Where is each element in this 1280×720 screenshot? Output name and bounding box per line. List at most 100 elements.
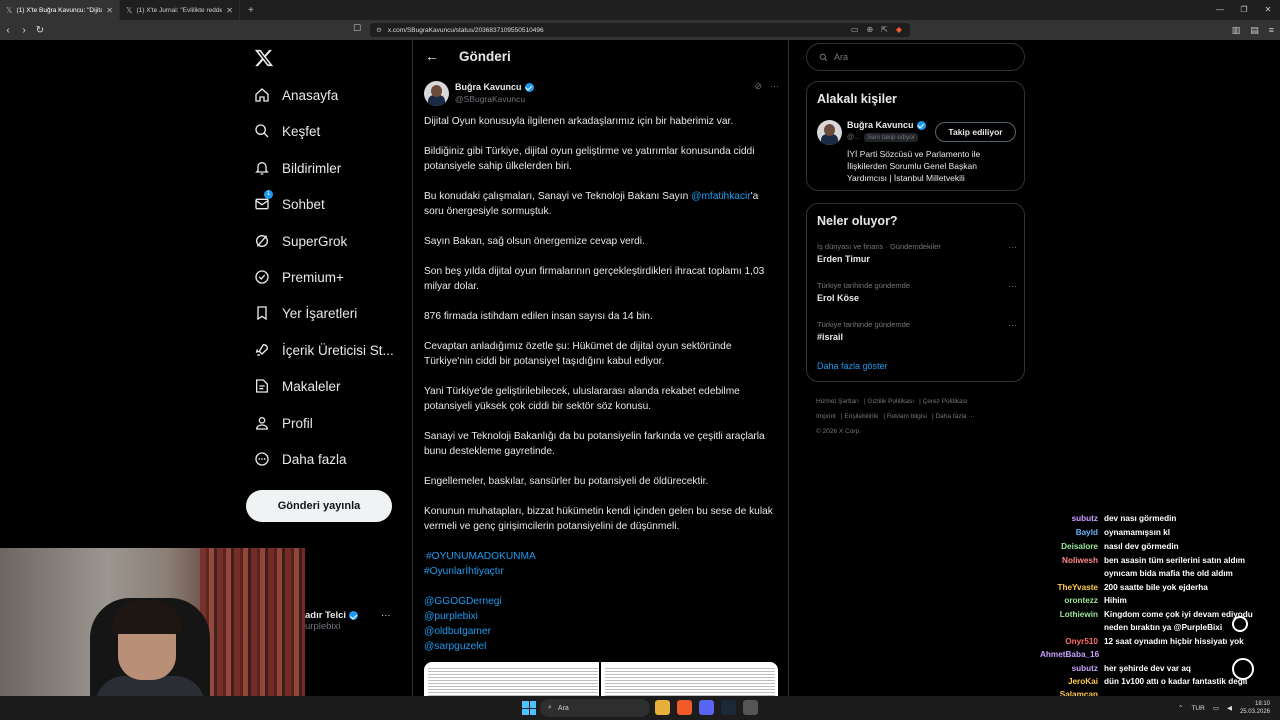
avatar[interactable] — [424, 81, 449, 106]
sidebar-item-notifications[interactable]: Bildirimler — [254, 160, 341, 176]
brave-icon[interactable] — [677, 700, 692, 715]
footer-link[interactable]: Gizlilik Politikası — [867, 398, 914, 405]
x-favicon-icon: 𝕏 — [126, 5, 133, 15]
sidebar-item-bookmarks[interactable]: Yer İşaretleri — [254, 305, 357, 321]
network-icon[interactable]: ▭ — [1213, 704, 1219, 712]
browser-tab-2[interactable]: 𝕏 (1) X'te Jurnal: "Evlilikte reddettiği… — [120, 0, 240, 20]
mention-link[interactable]: @oldbutgamer — [424, 626, 491, 637]
account-switcher[interactable]: adır Telci ··· urplebixi — [305, 610, 391, 632]
more-options-icon[interactable]: ··· — [1008, 242, 1017, 252]
sidebar-item-label: Premium+ — [282, 269, 344, 285]
sidebar-item-label: Sohbet — [282, 196, 325, 212]
card-title: Neler oluyor? — [817, 214, 898, 228]
discord-icon[interactable] — [699, 700, 714, 715]
menu-icon[interactable]: ≡ — [1269, 20, 1274, 40]
file-explorer-icon[interactable] — [655, 700, 670, 715]
sidebar-item-chat[interactable]: 1 Sohbet — [254, 190, 325, 212]
account-more-icon[interactable]: ··· — [381, 610, 391, 621]
zoom-icon[interactable]: ⊕ — [866, 23, 873, 37]
author-name-row[interactable]: Buğra Kavuncu — [455, 82, 534, 92]
sidebar-item-premium[interactable]: Premium+ — [254, 269, 344, 285]
wallet-icon[interactable]: ▤ — [1250, 20, 1259, 40]
trend-item[interactable]: İş dünyası ve finans · Gündemdekiler Erd… — [817, 242, 1017, 264]
tab-title: (1) X'te Buğra Kavuncu: "Dijital O — [16, 6, 103, 14]
related-person-name[interactable]: Buğra Kavuncu — [847, 120, 926, 130]
obs-icon[interactable] — [743, 700, 758, 715]
tweet-paragraph: Dijital Oyun konusuyla ilgilenen arkadaş… — [424, 116, 734, 127]
sidebar-item-home[interactable]: Anasayfa — [254, 87, 338, 103]
taskbar-search[interactable]: ⌕ Ara — [540, 699, 650, 717]
sidebar-item-articles[interactable]: Makaleler — [254, 378, 341, 394]
new-tab-button[interactable]: + — [240, 5, 262, 16]
chat-text: 200 saatte bile yok ejderha — [1104, 583, 1208, 592]
sidebar-item-explore[interactable]: Keşfet — [254, 123, 320, 139]
mention-link[interactable]: @GGOGDernegi — [424, 596, 502, 607]
mention-link[interactable]: @sarpguzelel — [424, 641, 486, 652]
more-options-icon[interactable]: ··· — [1008, 281, 1017, 291]
footer-link[interactable]: Imprint — [816, 413, 836, 420]
more-options-icon[interactable]: ··· — [770, 81, 779, 92]
grok-explain-icon[interactable]: ⊘ — [754, 81, 762, 92]
tab-close-icon[interactable]: ✕ — [226, 6, 233, 15]
minimize-icon[interactable]: — — [1208, 0, 1232, 20]
trend-item[interactable]: Türkiye tarihinde gündemde Erol Köse ··· — [817, 281, 1017, 303]
bookmark-page-icon[interactable]: ☐ — [353, 23, 361, 34]
post-button[interactable]: Gönderi yayınla — [246, 490, 392, 522]
tweet-text: Dijital Oyun konusuyla ilgilenen arkadaş… — [424, 114, 779, 669]
volume-icon[interactable]: ◀ — [1227, 704, 1232, 712]
trend-item[interactable]: Türkiye tarihinde gündemde #israil ··· — [817, 320, 1017, 342]
tweet-paragraph: Sayın Bakan, sağ olsun önergemize cevap … — [424, 236, 645, 247]
footer-link[interactable]: Erişilebilirlik — [844, 413, 878, 420]
site-info-icon[interactable]: ⚙ — [376, 26, 382, 34]
trends-card: Neler oluyor? İş dünyası ve finans · Gün… — [806, 203, 1025, 382]
sidebar-item-creator-studio[interactable]: İçerik Üreticisi St... — [254, 342, 394, 358]
chat-user — [1040, 623, 1104, 632]
url-bar[interactable]: ⚙ x.com/SBugraKavuncu/status/20368371095… — [370, 23, 910, 37]
chat-user: Onyr510 — [1065, 637, 1098, 646]
footer-links: Hizmet Şartları | Gizlilik Politikası | Çe… — [816, 398, 975, 435]
show-more-link[interactable]: Daha fazla göster — [817, 361, 888, 371]
copyright: © 2026 X Corp. — [816, 428, 861, 435]
search-input[interactable]: Ara — [806, 43, 1025, 71]
chat-text: oynamamışsın kl — [1104, 528, 1170, 537]
x-logo-icon[interactable] — [254, 48, 274, 68]
back-nav-icon[interactable]: ‹ — [0, 25, 16, 36]
tweet-paragraph: Yani Türkiye'de geliştirilebilecek, ulus… — [424, 386, 740, 412]
tweet-actions: ⊘ ··· — [754, 81, 779, 92]
reload-icon[interactable]: ↻ — [32, 25, 48, 36]
tab-close-icon[interactable]: ✕ — [106, 6, 113, 15]
restore-icon[interactable]: ❐ — [1232, 0, 1256, 20]
more-options-icon[interactable]: ··· — [1008, 320, 1017, 330]
chat-user: JeroKai — [1067, 677, 1098, 686]
taskbar-search-label: Ara — [557, 704, 569, 712]
sidebar-item-supergrok[interactable]: SuperGrok — [254, 233, 347, 249]
avatar[interactable] — [817, 120, 842, 145]
chat-message: Bayld oynamamışsın kl — [1040, 528, 1280, 537]
close-window-icon[interactable]: ✕ — [1256, 0, 1280, 20]
hashtag-link[interactable]: #Oyunlarİhtiyaçtır — [424, 566, 504, 577]
shield-icon[interactable]: ◆ — [896, 23, 902, 37]
footer-link[interactable]: Reklam bilgisi — [887, 413, 927, 420]
screen-icon[interactable]: ▭ — [851, 23, 859, 37]
language-indicator[interactable]: TUR — [1191, 705, 1204, 712]
taskbar-apps — [655, 700, 758, 715]
forward-nav-icon[interactable]: › — [16, 25, 32, 36]
hashtag-link[interactable]: #OYUNUMADOKUNMA — [426, 551, 536, 562]
footer-link[interactable]: Daha fazla ··· — [935, 413, 974, 420]
mention-link[interactable]: @mfatihkacir — [691, 191, 751, 202]
share-icon[interactable]: ⇱ — [881, 23, 888, 37]
footer-link[interactable]: Çerez Politikası — [923, 398, 968, 405]
sidebar-item-profile[interactable]: Profil — [254, 415, 313, 431]
footer-link[interactable]: Hizmet Şartları — [816, 398, 859, 405]
tray-chevron-icon[interactable]: ⌃ — [1178, 704, 1183, 712]
sidebar-item-more[interactable]: Daha fazla — [254, 451, 347, 467]
sidebar-toggle-icon[interactable]: ▥ — [1232, 20, 1241, 40]
back-arrow-icon[interactable]: ← — [425, 48, 439, 64]
following-button[interactable]: Takip ediliyor — [935, 122, 1016, 142]
steam-icon[interactable] — [721, 700, 736, 715]
windows-start-icon[interactable] — [522, 701, 536, 715]
browser-tab-1[interactable]: 𝕏 (1) X'te Buğra Kavuncu: "Dijital O ✕ — [0, 0, 120, 20]
clock[interactable]: 18:10 25.03.2026 — [1240, 700, 1270, 716]
mention-link[interactable]: @purplebixi — [424, 611, 478, 622]
tweet-image[interactable] — [424, 662, 778, 696]
